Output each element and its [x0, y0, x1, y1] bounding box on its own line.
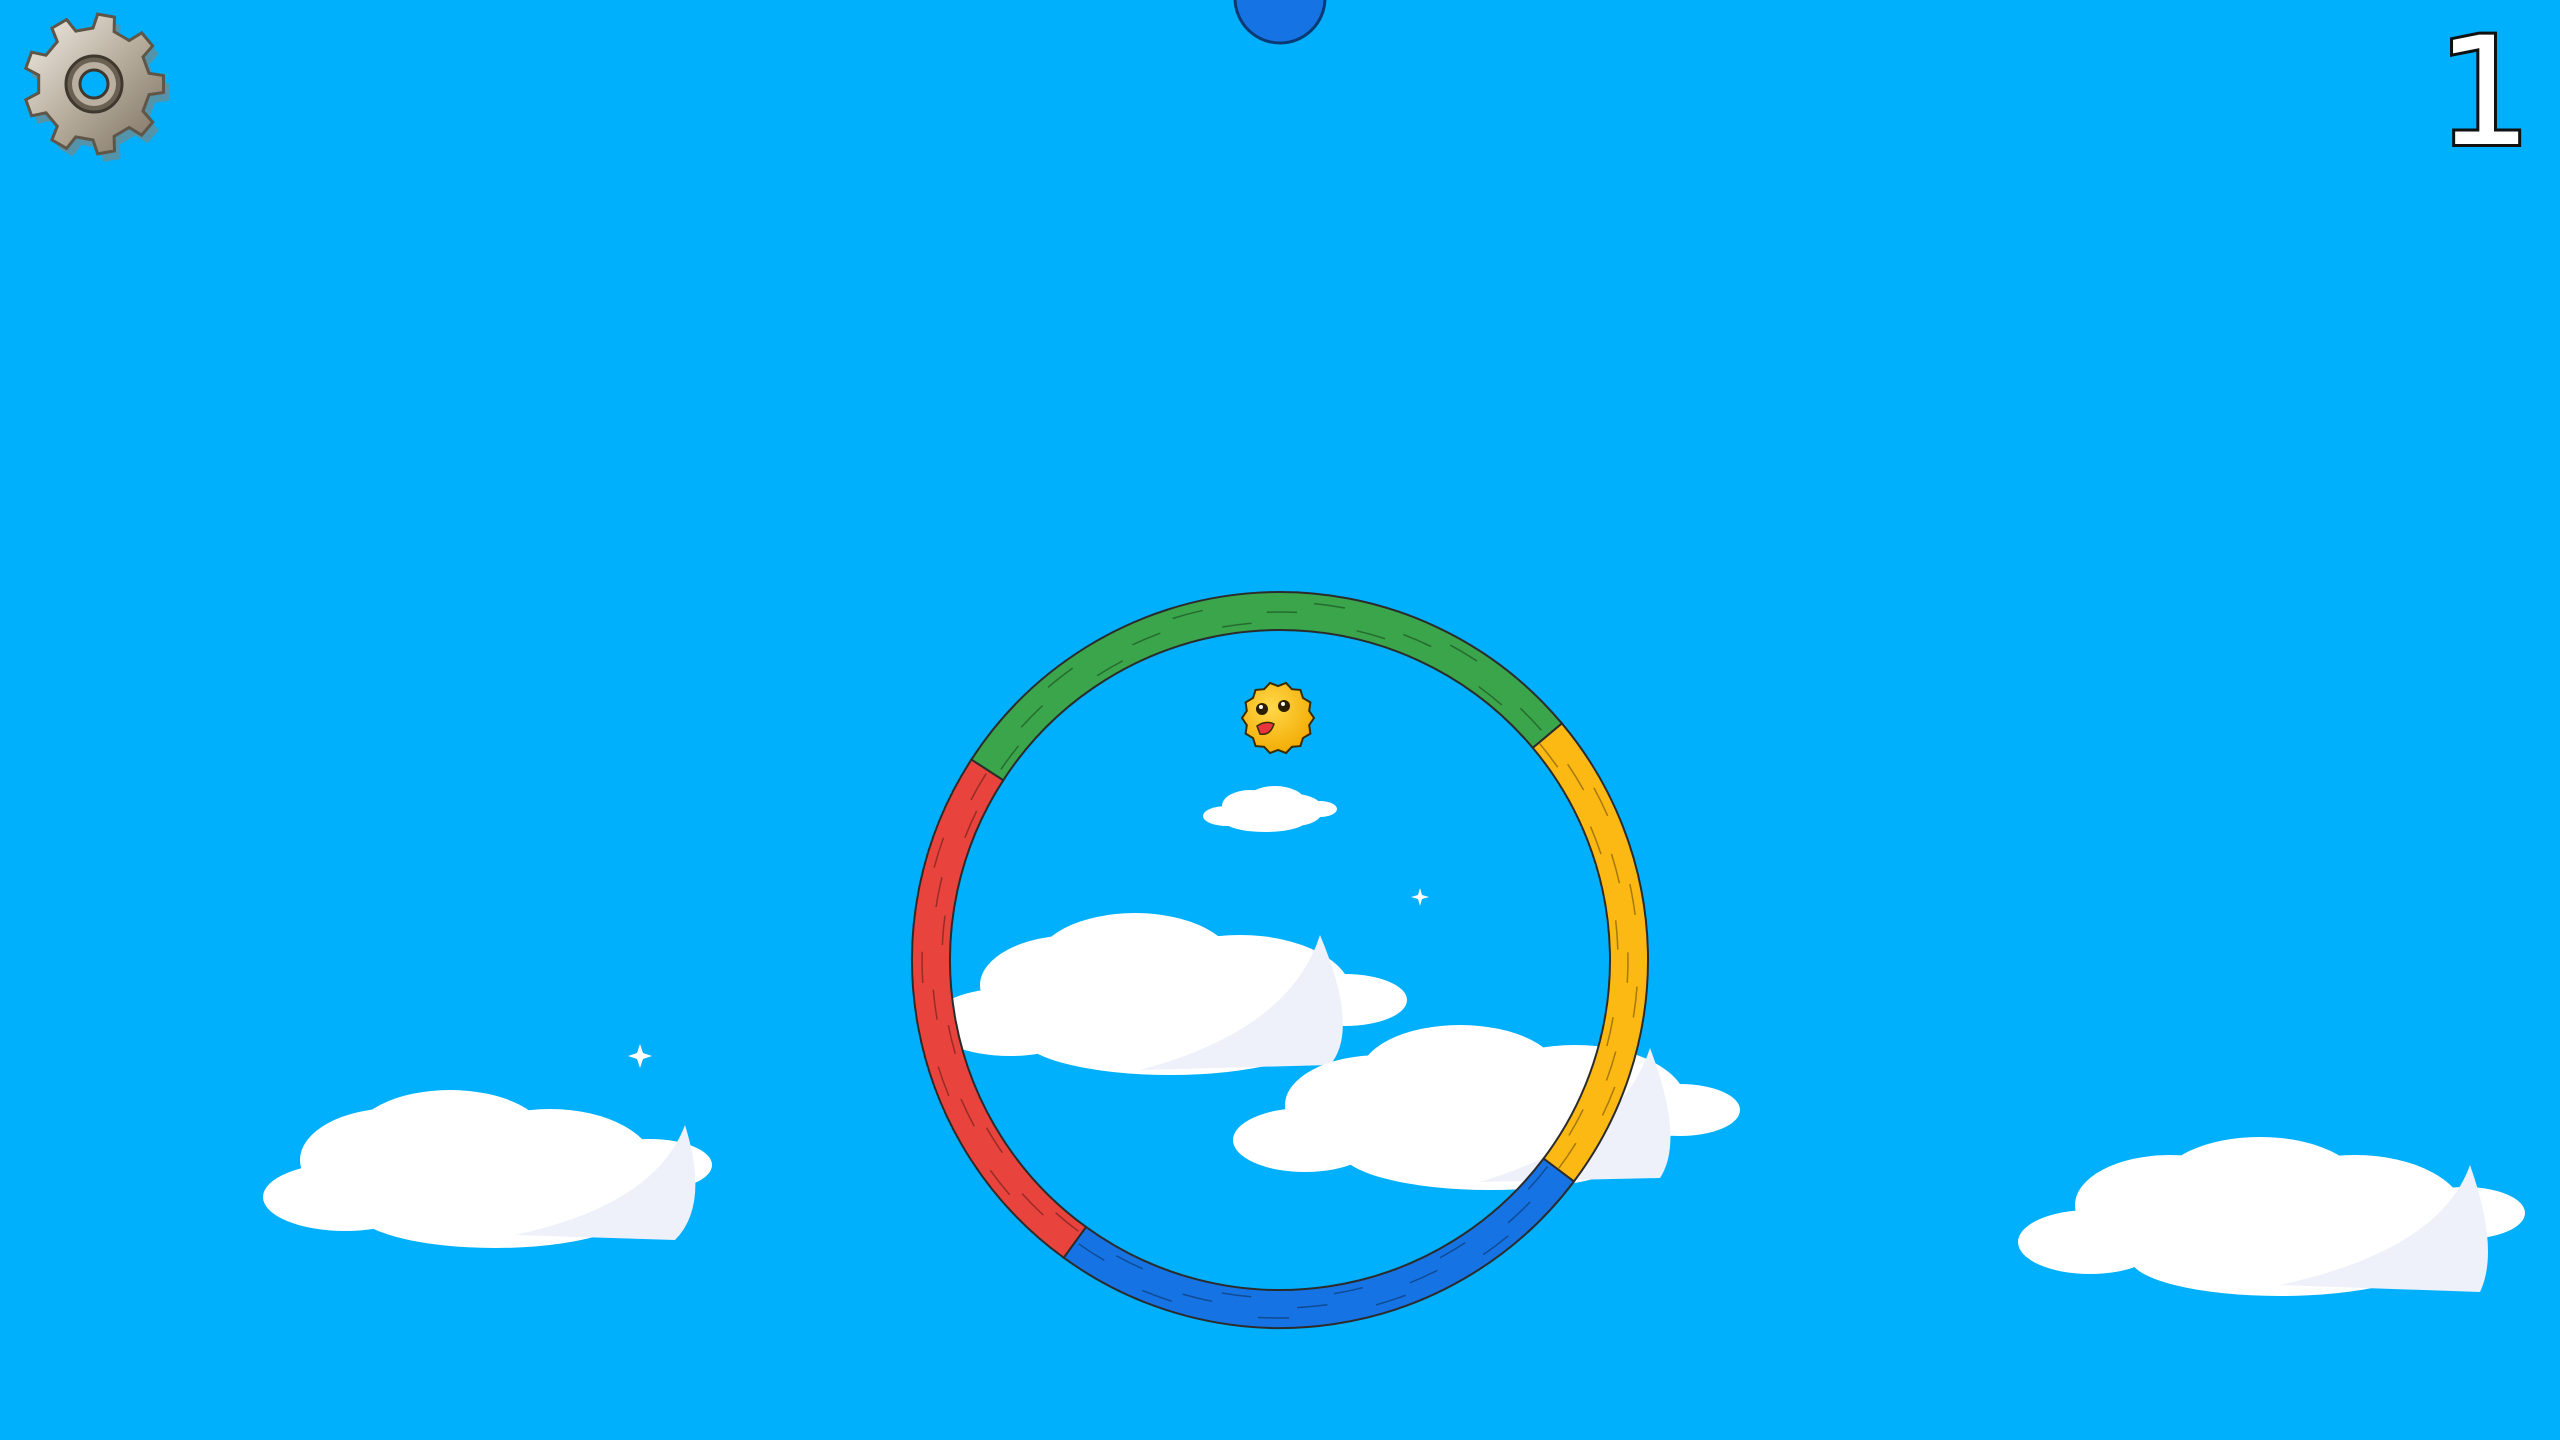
settings-button[interactable] [22, 12, 172, 162]
cloud-center-large [930, 913, 1407, 1075]
score-counter: 1 [2434, 6, 2535, 180]
ring-texture-line [921, 951, 924, 984]
ring-texture-line [1257, 1316, 1290, 1319]
game-canvas[interactable]: 1 [0, 0, 2560, 1440]
gear-icon [23, 12, 170, 162]
cloud-small [1203, 786, 1337, 832]
sparkle-2 [1411, 888, 1429, 906]
next-color-ball [1233, 0, 1327, 45]
player-ball [1240, 681, 1316, 755]
cloud-left [263, 1090, 712, 1248]
ring-texture-line [1626, 952, 1629, 983]
game-scene [263, 0, 2525, 1329]
cloud-right [2018, 1137, 2525, 1296]
sparkle-1 [628, 1044, 652, 1068]
